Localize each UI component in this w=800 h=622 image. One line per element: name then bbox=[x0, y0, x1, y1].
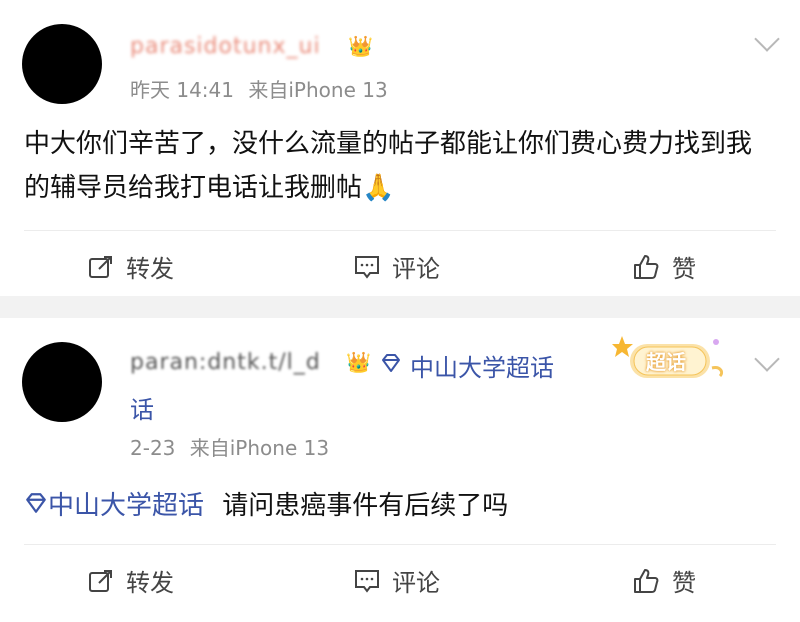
avatar[interactable] bbox=[22, 24, 102, 104]
repost-button[interactable]: 转发 bbox=[88, 563, 174, 598]
repost-button[interactable]: 转发 bbox=[88, 249, 174, 284]
topic-tag-header[interactable]: 中山大学超话 bbox=[410, 348, 554, 383]
chaohua-badge-label: 超话 bbox=[646, 350, 686, 374]
comment-button[interactable]: 评论 bbox=[354, 249, 440, 284]
comment-icon bbox=[355, 569, 379, 593]
post-time: 昨天 14:41 bbox=[130, 78, 234, 102]
repost-label: 转发 bbox=[126, 255, 174, 283]
repost-label: 转发 bbox=[126, 569, 174, 597]
comment-label: 评论 bbox=[392, 255, 440, 283]
repost-icon bbox=[89, 255, 112, 278]
comment-button[interactable]: 评论 bbox=[354, 563, 440, 598]
post-text: 请问患癌事件有后续了吗 bbox=[222, 491, 509, 521]
topic-tag-header-wrap[interactable]: 话 bbox=[130, 390, 154, 425]
like-label: 赞 bbox=[672, 569, 696, 597]
post-time: 2-23 bbox=[130, 436, 176, 460]
crown-icon: 👑 bbox=[348, 34, 373, 58]
post-meta: 昨天 14:41 来自iPhone 13 bbox=[130, 74, 388, 103]
comment-icon bbox=[355, 255, 379, 279]
post-source: 来自iPhone 13 bbox=[248, 78, 388, 102]
like-icon bbox=[634, 254, 659, 279]
post-card-1: parasidotunx_ui 👑 昨天 14:41 来自iPhone 13 中… bbox=[0, 0, 800, 296]
chaohua-badge-icon[interactable]: 超话 bbox=[612, 332, 734, 386]
post-card-2: paran:dntk.t/l_d 👑 中山大学超话 话 超话 2-23 来自iP… bbox=[0, 318, 800, 622]
avatar[interactable] bbox=[22, 342, 102, 422]
post-meta: 2-23 来自iPhone 13 bbox=[130, 432, 329, 461]
like-button[interactable]: 赞 bbox=[632, 563, 696, 598]
repost-icon bbox=[89, 569, 112, 592]
crown-icon: 👑 bbox=[346, 350, 371, 374]
comment-label: 评论 bbox=[392, 569, 440, 597]
chevron-down-icon[interactable] bbox=[754, 26, 780, 52]
action-bar: 转发 评论 赞 bbox=[24, 544, 776, 611]
post-source: 来自iPhone 13 bbox=[189, 436, 330, 460]
like-button[interactable]: 赞 bbox=[632, 249, 696, 284]
post-divider bbox=[0, 296, 800, 318]
action-bar: 转发 评论 赞 bbox=[24, 230, 776, 297]
like-icon bbox=[634, 568, 659, 593]
post-content: 中山大学超话 请问患癌事件有后续了吗 bbox=[24, 484, 776, 529]
username[interactable]: parasidotunx_ui bbox=[130, 34, 321, 59]
topic-link[interactable]: 中山大学超话 bbox=[48, 491, 204, 521]
post-content: 中大你们辛苦了，没什么流量的帖子都能让你们费心费力找到我的辅导员给我打电话让我删… bbox=[24, 122, 776, 210]
like-label: 赞 bbox=[672, 255, 696, 283]
username[interactable]: paran:dntk.t/l_d bbox=[130, 350, 321, 375]
pray-emoji: 🙏 bbox=[362, 173, 395, 203]
chevron-down-icon[interactable] bbox=[754, 346, 780, 372]
diamond-icon bbox=[24, 485, 48, 529]
diamond-icon bbox=[380, 352, 402, 378]
